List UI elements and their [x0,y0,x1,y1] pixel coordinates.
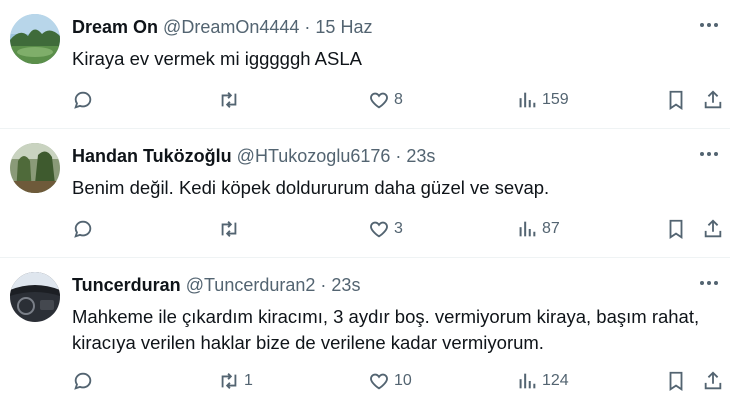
reply-icon [74,372,92,390]
separator: · [320,275,327,295]
reply-icon [74,220,92,238]
view-count: 124 [542,372,569,389]
timestamp[interactable]: 15 Haz [315,17,372,37]
like-button[interactable]: 10 [368,368,412,394]
analytics-icon [519,221,536,237]
heart-icon [370,373,388,390]
tweet-header: Handan Tuközoğlu @HTukozoglu6176 · 23s [72,145,435,167]
tweet[interactable]: Dream On @DreamOn4444 · 15 Haz Kiraya ev… [0,0,730,129]
share-icon [704,371,722,390]
retweet-button[interactable] [218,216,244,242]
bookmark-button[interactable] [665,87,687,113]
display-name[interactable]: Handan Tuközoğlu [72,146,232,166]
user-handle[interactable]: @Tuncerduran2 [186,275,316,295]
like-count: 10 [394,372,412,389]
tweet-actions: 3 87 [72,216,722,242]
tweet-actions: 8 159 [72,87,722,113]
bookmark-button[interactable] [665,216,687,242]
bookmark-icon [669,90,683,110]
tweet-text: Benim değil. Kedi köpek doldururum daha … [72,177,550,198]
heart-icon [370,221,388,238]
more-options-icon[interactable] [698,14,720,36]
tweet-text: Kiraya ev vermek mi igggggh ASLA [72,48,362,69]
tweet-actions: 1 10 124 [72,368,722,394]
bookmark-button[interactable] [665,368,687,394]
reply-feed: Dream On @DreamOn4444 · 15 Haz Kiraya ev… [0,0,730,420]
bookmark-icon [669,371,683,391]
retweet-button[interactable]: 1 [218,368,253,394]
avatar[interactable] [10,272,60,322]
avatar[interactable] [10,14,60,64]
retweet-button[interactable] [218,87,244,113]
share-button[interactable] [702,368,724,394]
views-button[interactable]: 87 [516,216,560,242]
user-handle[interactable]: @HTukozoglu6176 [237,146,391,166]
tweet[interactable]: Handan Tuközoğlu @HTukozoglu6176 · 23s B… [0,129,730,258]
analytics-icon [519,373,536,389]
timestamp[interactable]: 23s [331,275,360,295]
like-count: 8 [394,91,403,108]
display-name[interactable]: Tuncerduran [72,275,181,295]
reply-icon [74,91,92,109]
view-count: 159 [542,91,569,108]
bookmark-icon [669,219,683,239]
retweet-icon [221,373,237,389]
reply-button[interactable] [72,87,98,113]
like-count: 3 [394,220,403,237]
views-button[interactable]: 124 [516,368,569,394]
tweet-text: Mahkeme ile çıkardım kiracımı, 3 aydır b… [72,306,700,353]
share-button[interactable] [702,87,724,113]
retweet-count: 1 [244,372,253,389]
display-name[interactable]: Dream On [72,17,158,37]
retweet-icon [221,221,237,237]
analytics-icon [519,92,536,108]
tweet-header: Dream On @DreamOn4444 · 15 Haz [72,16,372,38]
more-options-icon[interactable] [698,143,720,165]
retweet-icon [221,92,237,108]
views-button[interactable]: 159 [516,87,569,113]
separator: · [304,17,311,37]
share-icon [704,90,722,109]
avatar[interactable] [10,143,60,193]
tweet[interactable]: Tuncerduran @Tuncerduran2 · 23s Mahkeme … [0,258,730,420]
tweet-header: Tuncerduran @Tuncerduran2 · 23s [72,274,360,296]
share-icon [704,219,722,238]
like-button[interactable]: 8 [368,87,403,113]
reply-button[interactable] [72,216,98,242]
timestamp[interactable]: 23s [406,146,435,166]
share-button[interactable] [702,216,724,242]
separator: · [395,146,402,166]
user-handle[interactable]: @DreamOn4444 [163,17,299,37]
heart-icon [370,92,388,109]
like-button[interactable]: 3 [368,216,403,242]
view-count: 87 [542,220,560,237]
more-options-icon[interactable] [698,272,720,294]
reply-button[interactable] [72,368,98,394]
